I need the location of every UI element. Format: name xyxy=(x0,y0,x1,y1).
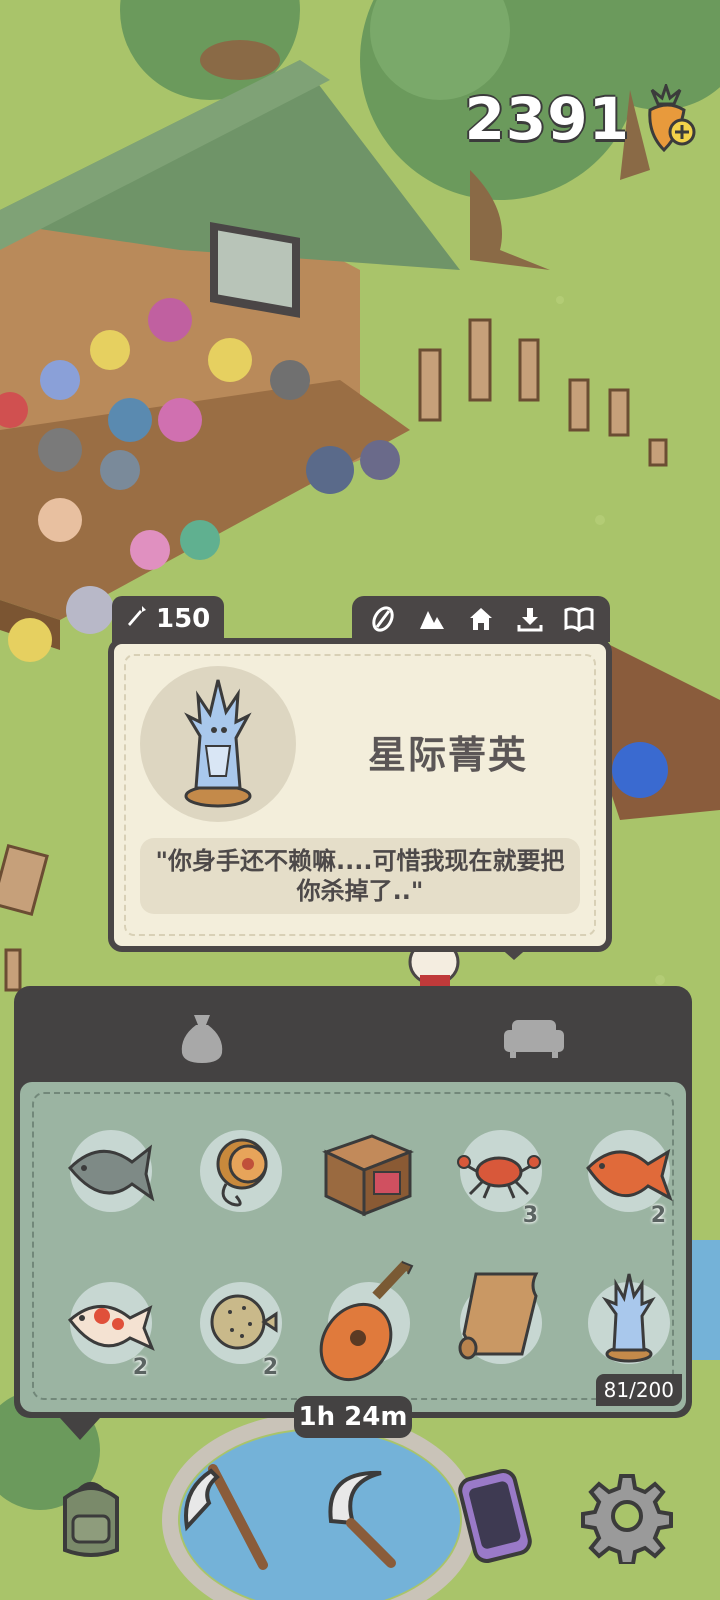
crystal-figure-icon xyxy=(184,679,252,808)
crab-icon xyxy=(457,1155,541,1199)
scroll-icon xyxy=(458,1272,539,1360)
item-portrait xyxy=(140,666,296,822)
mountain-icon[interactable] xyxy=(416,603,448,635)
inventory-slot[interactable] xyxy=(442,1262,552,1372)
axe-icon xyxy=(184,1464,268,1570)
inventory-slot[interactable] xyxy=(182,1120,292,1230)
pufferfish-icon xyxy=(210,1294,278,1350)
bottom-toolbar xyxy=(0,1446,720,1600)
spool-icon xyxy=(216,1138,268,1207)
inventory-slot[interactable]: 2 xyxy=(182,1272,292,1382)
axe-button[interactable] xyxy=(170,1456,280,1576)
card-body: 星际菁英 "你身手还不赖嘛....可惜我现在就要把你杀掉了.." xyxy=(108,638,612,952)
item-detail-card: 150 星际菁英 "你身手还不赖嘛....可惜我现在就要把你杀掉了.." xyxy=(108,596,612,960)
item-name: 星际菁英 xyxy=(367,733,528,777)
fish-icon xyxy=(67,1144,155,1202)
backpack-button[interactable] xyxy=(36,1456,146,1576)
bag-icon xyxy=(181,1015,223,1063)
crate-icon xyxy=(322,1134,414,1217)
carrot-plus-icon[interactable] xyxy=(638,81,700,154)
inventory-slot[interactable]: 2 xyxy=(52,1272,162,1382)
crystal-figure-icon xyxy=(601,1273,656,1363)
book-icon[interactable] xyxy=(563,603,595,635)
currency-amount: 2391 xyxy=(464,85,630,153)
download-icon[interactable] xyxy=(514,603,546,635)
inventory-grid: 3 2 2 2 81/200 xyxy=(20,1082,686,1412)
inventory-slot[interactable] xyxy=(52,1120,162,1230)
price-value: 150 xyxy=(156,604,211,634)
inventory-slot[interactable]: 2 xyxy=(570,1120,680,1230)
lute-icon xyxy=(319,1260,414,1382)
phone-icon xyxy=(458,1469,532,1563)
leaf-icon[interactable] xyxy=(367,603,399,635)
inventory-slot[interactable] xyxy=(310,1120,420,1230)
item-count: 3 xyxy=(522,1203,538,1228)
item-quote: "你身手还不赖嘛....可惜我现在就要把你杀掉了.." xyxy=(140,838,580,914)
inventory-panel: 3 2 2 2 81/200 xyxy=(14,986,692,1418)
card-action-tabs xyxy=(352,596,610,642)
phone-button[interactable] xyxy=(440,1456,550,1576)
inventory-capacity: 81/200 xyxy=(595,1374,682,1406)
carrot-icon xyxy=(126,604,148,635)
home-icon[interactable] xyxy=(465,603,497,635)
item-count: 2 xyxy=(262,1355,278,1380)
sickle-icon xyxy=(328,1470,396,1568)
currency-display: 2391 xyxy=(464,81,700,154)
gear-icon xyxy=(581,1474,673,1564)
item-count: 2 xyxy=(132,1355,148,1380)
tab-furniture[interactable] xyxy=(484,996,584,1080)
inventory-slot[interactable] xyxy=(570,1272,680,1382)
timer-badge: 1h 24m xyxy=(294,1396,412,1438)
settings-button[interactable] xyxy=(572,1456,682,1576)
backpack-icon xyxy=(63,1482,119,1557)
price-tab: 150 xyxy=(112,596,225,642)
red-fish-icon xyxy=(586,1148,673,1202)
inventory-slot[interactable]: 3 xyxy=(442,1120,552,1230)
koi-icon xyxy=(67,1305,155,1351)
item-count: 2 xyxy=(650,1203,666,1228)
sickle-button[interactable] xyxy=(306,1456,416,1576)
tab-bag[interactable] xyxy=(152,996,252,1080)
sofa-icon xyxy=(504,1020,564,1058)
inventory-slot[interactable] xyxy=(310,1252,420,1382)
